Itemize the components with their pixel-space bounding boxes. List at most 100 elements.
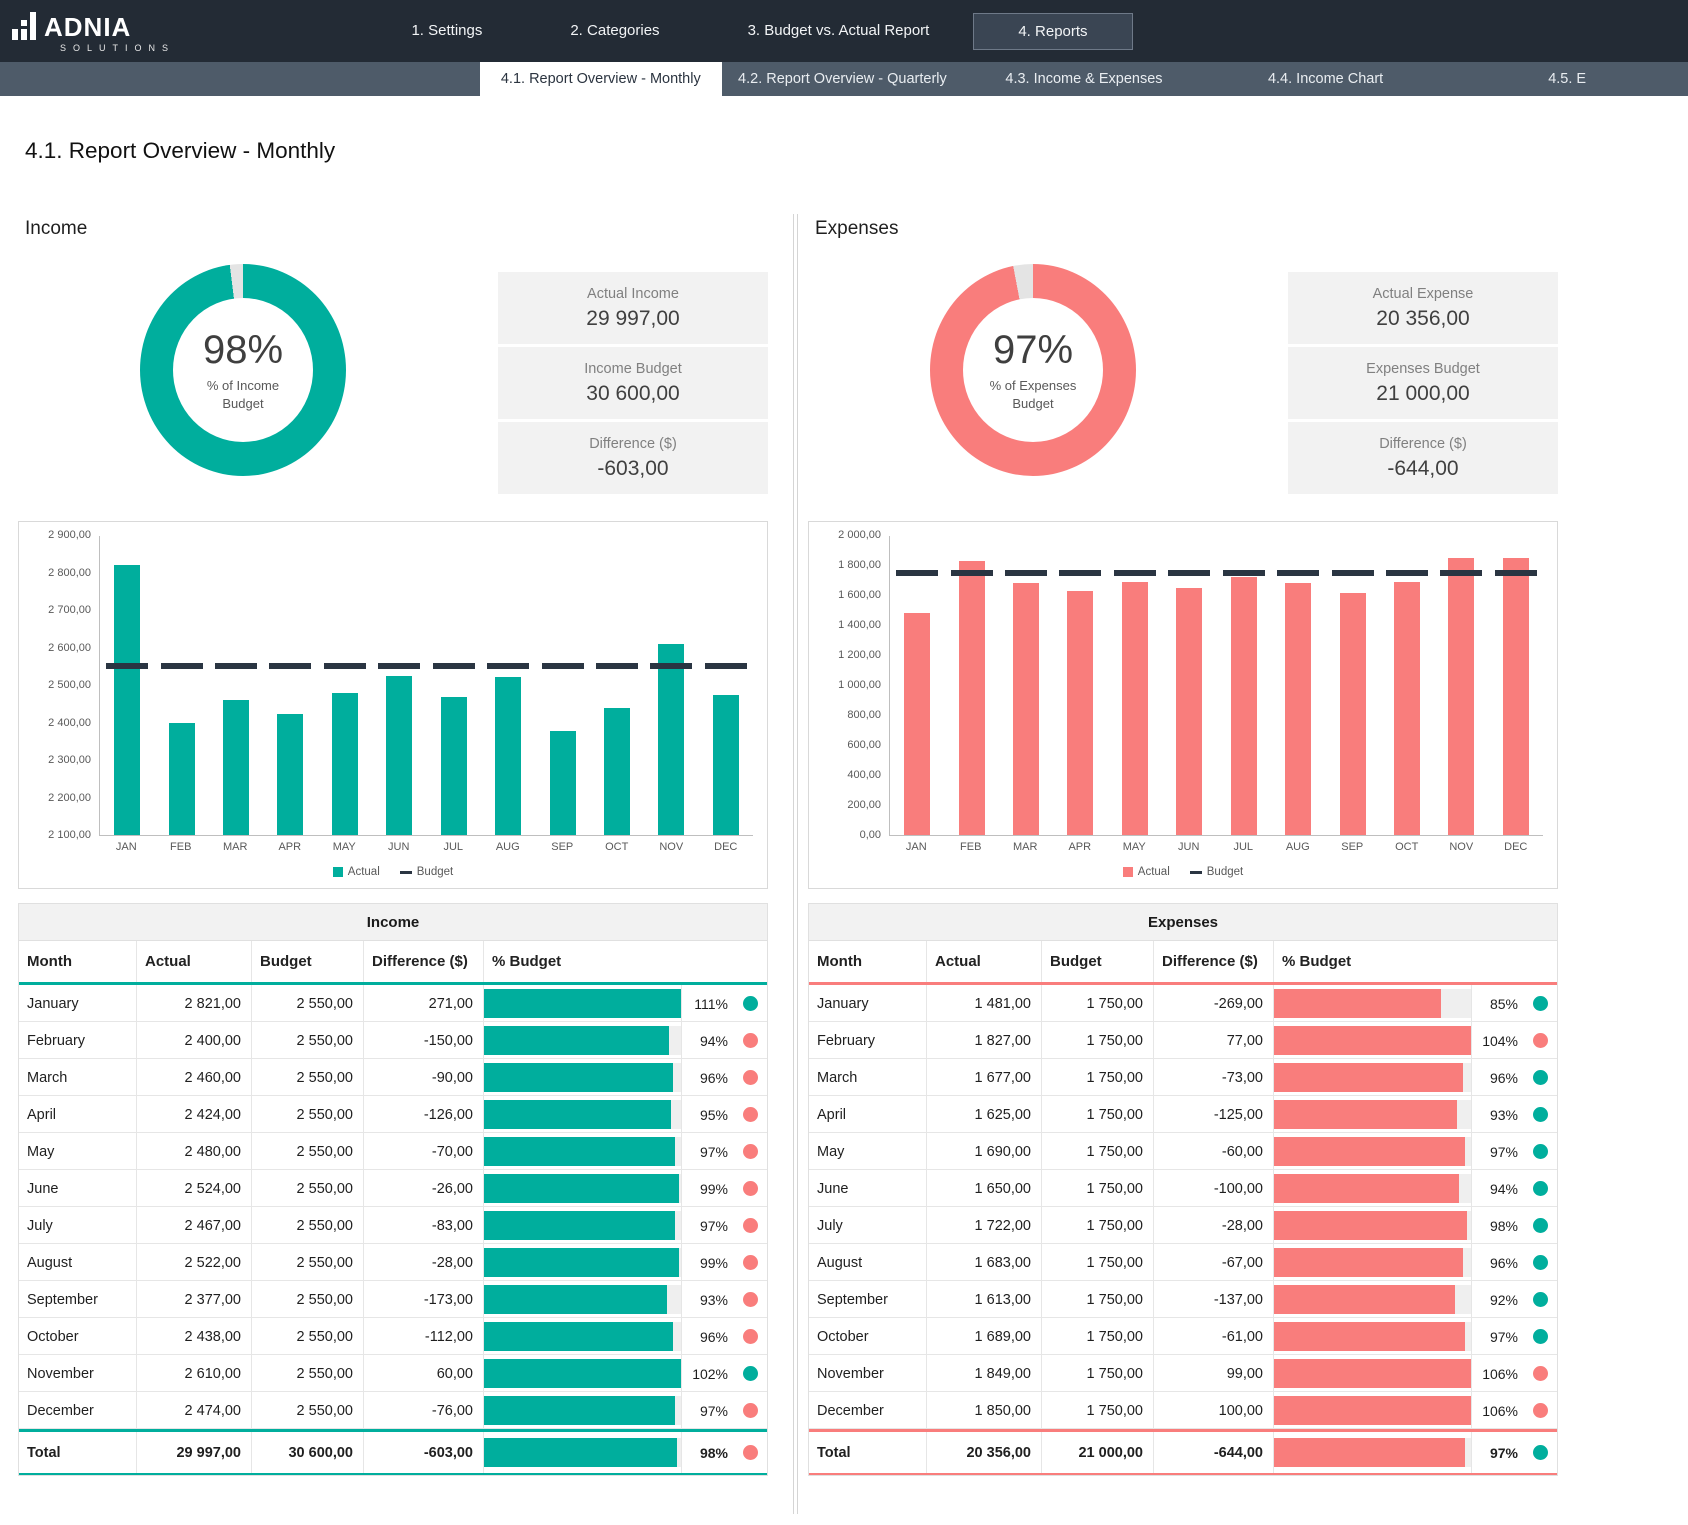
budget-marker	[487, 663, 529, 669]
month-cell: December	[19, 1392, 136, 1429]
actual-cell: 2 474,00	[136, 1392, 251, 1429]
donut-chart: 97% % of Expenses Budget	[930, 264, 1136, 476]
budget-marker	[1114, 570, 1156, 576]
stat-value: -644,00	[1387, 457, 1458, 481]
difference-cell: 99,00	[1153, 1355, 1273, 1392]
x-axis-category-label: JUL	[426, 841, 481, 853]
table-row: September1 613,001 750,00-137,0092%	[809, 1281, 1557, 1318]
pct-budget-value: 96%	[1471, 1244, 1523, 1281]
actual-cell: 2 460,00	[136, 1059, 251, 1096]
status-dot	[1523, 1392, 1557, 1429]
pct-budget-databar	[1273, 1133, 1471, 1170]
bar-slot	[209, 536, 263, 835]
actual-bar	[1231, 577, 1257, 835]
column-header-difference: Difference ($)	[363, 941, 483, 982]
budget-cell: 2 550,00	[251, 985, 363, 1022]
bar-slot	[481, 536, 535, 835]
month-cell: December	[809, 1392, 926, 1429]
income-section: Income 98% % of Income Budget Actual Inc…	[18, 218, 768, 1476]
table-row: November1 849,001 750,0099,00106%	[809, 1355, 1557, 1392]
month-cell: March	[809, 1059, 926, 1096]
difference-cell: -644,00	[1153, 1432, 1273, 1473]
subtab-report-overview-monthly[interactable]: 4.1. Report Overview - Monthly	[480, 62, 722, 96]
bar-slot	[154, 536, 208, 835]
table-row: July1 722,001 750,00-28,0098%	[809, 1207, 1557, 1244]
status-dot	[1523, 1022, 1557, 1059]
report-body: Income 98% % of Income Budget Actual Inc…	[18, 218, 1688, 1476]
month-cell: June	[19, 1170, 136, 1207]
nav-item-budget-vs-actual[interactable]: 3. Budget vs. Actual Report	[704, 13, 974, 50]
bar-slot	[699, 536, 753, 835]
bar-slot	[944, 536, 998, 835]
nav-item-reports[interactable]: 4. Reports	[973, 13, 1132, 50]
chart-legend: Actual Budget	[809, 866, 1557, 878]
bar-slot	[535, 536, 589, 835]
actual-cell: 1 683,00	[926, 1244, 1041, 1281]
actual-bar	[332, 693, 358, 836]
subtab-report-overview-quarterly[interactable]: 4.2. Report Overview - Quarterly	[722, 62, 964, 96]
x-axis-category-label: MAR	[208, 841, 263, 853]
difference-cell: 271,00	[363, 985, 483, 1022]
plot-area	[889, 536, 1543, 836]
income-section-title: Income	[25, 218, 768, 240]
difference-cell: -100,00	[1153, 1170, 1273, 1207]
actual-cell: 1 481,00	[926, 985, 1041, 1022]
pct-budget-value: 93%	[1471, 1096, 1523, 1133]
nav-item-categories[interactable]: 2. Categories	[526, 13, 703, 50]
actual-cell: 2 480,00	[136, 1133, 251, 1170]
actual-bar	[114, 565, 140, 835]
actual-bar	[1067, 591, 1093, 835]
status-dot	[733, 1244, 767, 1281]
month-cell: February	[809, 1022, 926, 1059]
pct-budget-value: 98%	[681, 1432, 733, 1473]
month-cell: November	[19, 1355, 136, 1392]
pct-budget-value: 97%	[681, 1133, 733, 1170]
budget-cell: 2 550,00	[251, 1392, 363, 1429]
stat-expenses-budget: Expenses Budget 21 000,00	[1288, 347, 1558, 419]
actual-cell: 2 438,00	[136, 1318, 251, 1355]
month-cell: July	[809, 1207, 926, 1244]
actual-cell: 2 524,00	[136, 1170, 251, 1207]
budget-marker	[596, 663, 638, 669]
table-total-row: Total29 997,0030 600,00-603,0098%	[19, 1429, 767, 1475]
status-dot	[1523, 1281, 1557, 1318]
difference-cell: -70,00	[363, 1133, 483, 1170]
subtab-income-chart[interactable]: 4.4. Income Chart	[1205, 62, 1447, 96]
actual-cell: 2 377,00	[136, 1281, 251, 1318]
expenses-section: Expenses 97% % of Expenses Budget Actual…	[808, 218, 1558, 1476]
expenses-bar-chart: 2 000,001 800,001 600,001 400,001 200,00…	[808, 521, 1558, 889]
donut-percentage: 98%	[203, 328, 283, 373]
actual-bar	[277, 714, 303, 836]
pct-budget-value: 99%	[681, 1170, 733, 1207]
difference-cell: -90,00	[363, 1059, 483, 1096]
actual-bar	[1394, 582, 1420, 835]
month-cell: January	[809, 985, 926, 1022]
pct-budget-value: 93%	[681, 1281, 733, 1318]
pct-budget-databar	[1273, 1432, 1471, 1473]
status-dot	[1523, 1059, 1557, 1096]
subtab-income-expenses[interactable]: 4.3. Income & Expenses	[963, 62, 1205, 96]
actual-bar	[1122, 582, 1148, 836]
actual-bar	[604, 708, 630, 835]
stat-value: 30 600,00	[586, 382, 679, 406]
plot-area	[99, 536, 753, 836]
status-dot	[733, 1133, 767, 1170]
budget-cell: 30 600,00	[251, 1432, 363, 1473]
status-dot	[733, 1355, 767, 1392]
pct-budget-value: 104%	[1471, 1022, 1523, 1059]
nav-item-settings[interactable]: 1. Settings	[367, 13, 526, 50]
subtab-expenses-chart[interactable]: 4.5. E	[1446, 62, 1688, 96]
table-total-row: Total20 356,0021 000,00-644,0097%	[809, 1429, 1557, 1475]
stat-value: 29 997,00	[586, 307, 679, 331]
budget-cell: 2 550,00	[251, 1207, 363, 1244]
table-row: February1 827,001 750,0077,00104%	[809, 1022, 1557, 1059]
table-row: November2 610,002 550,0060,00102%	[19, 1355, 767, 1392]
budget-cell: 2 550,00	[251, 1096, 363, 1133]
status-dot	[733, 1170, 767, 1207]
x-axis-category-label: JUN	[372, 841, 427, 853]
budget-marker	[161, 663, 203, 669]
budget-marker	[324, 663, 366, 669]
pct-budget-databar	[483, 1059, 681, 1096]
y-axis-tick-label: 2 300,00	[19, 754, 91, 766]
actual-cell: 1 849,00	[926, 1355, 1041, 1392]
